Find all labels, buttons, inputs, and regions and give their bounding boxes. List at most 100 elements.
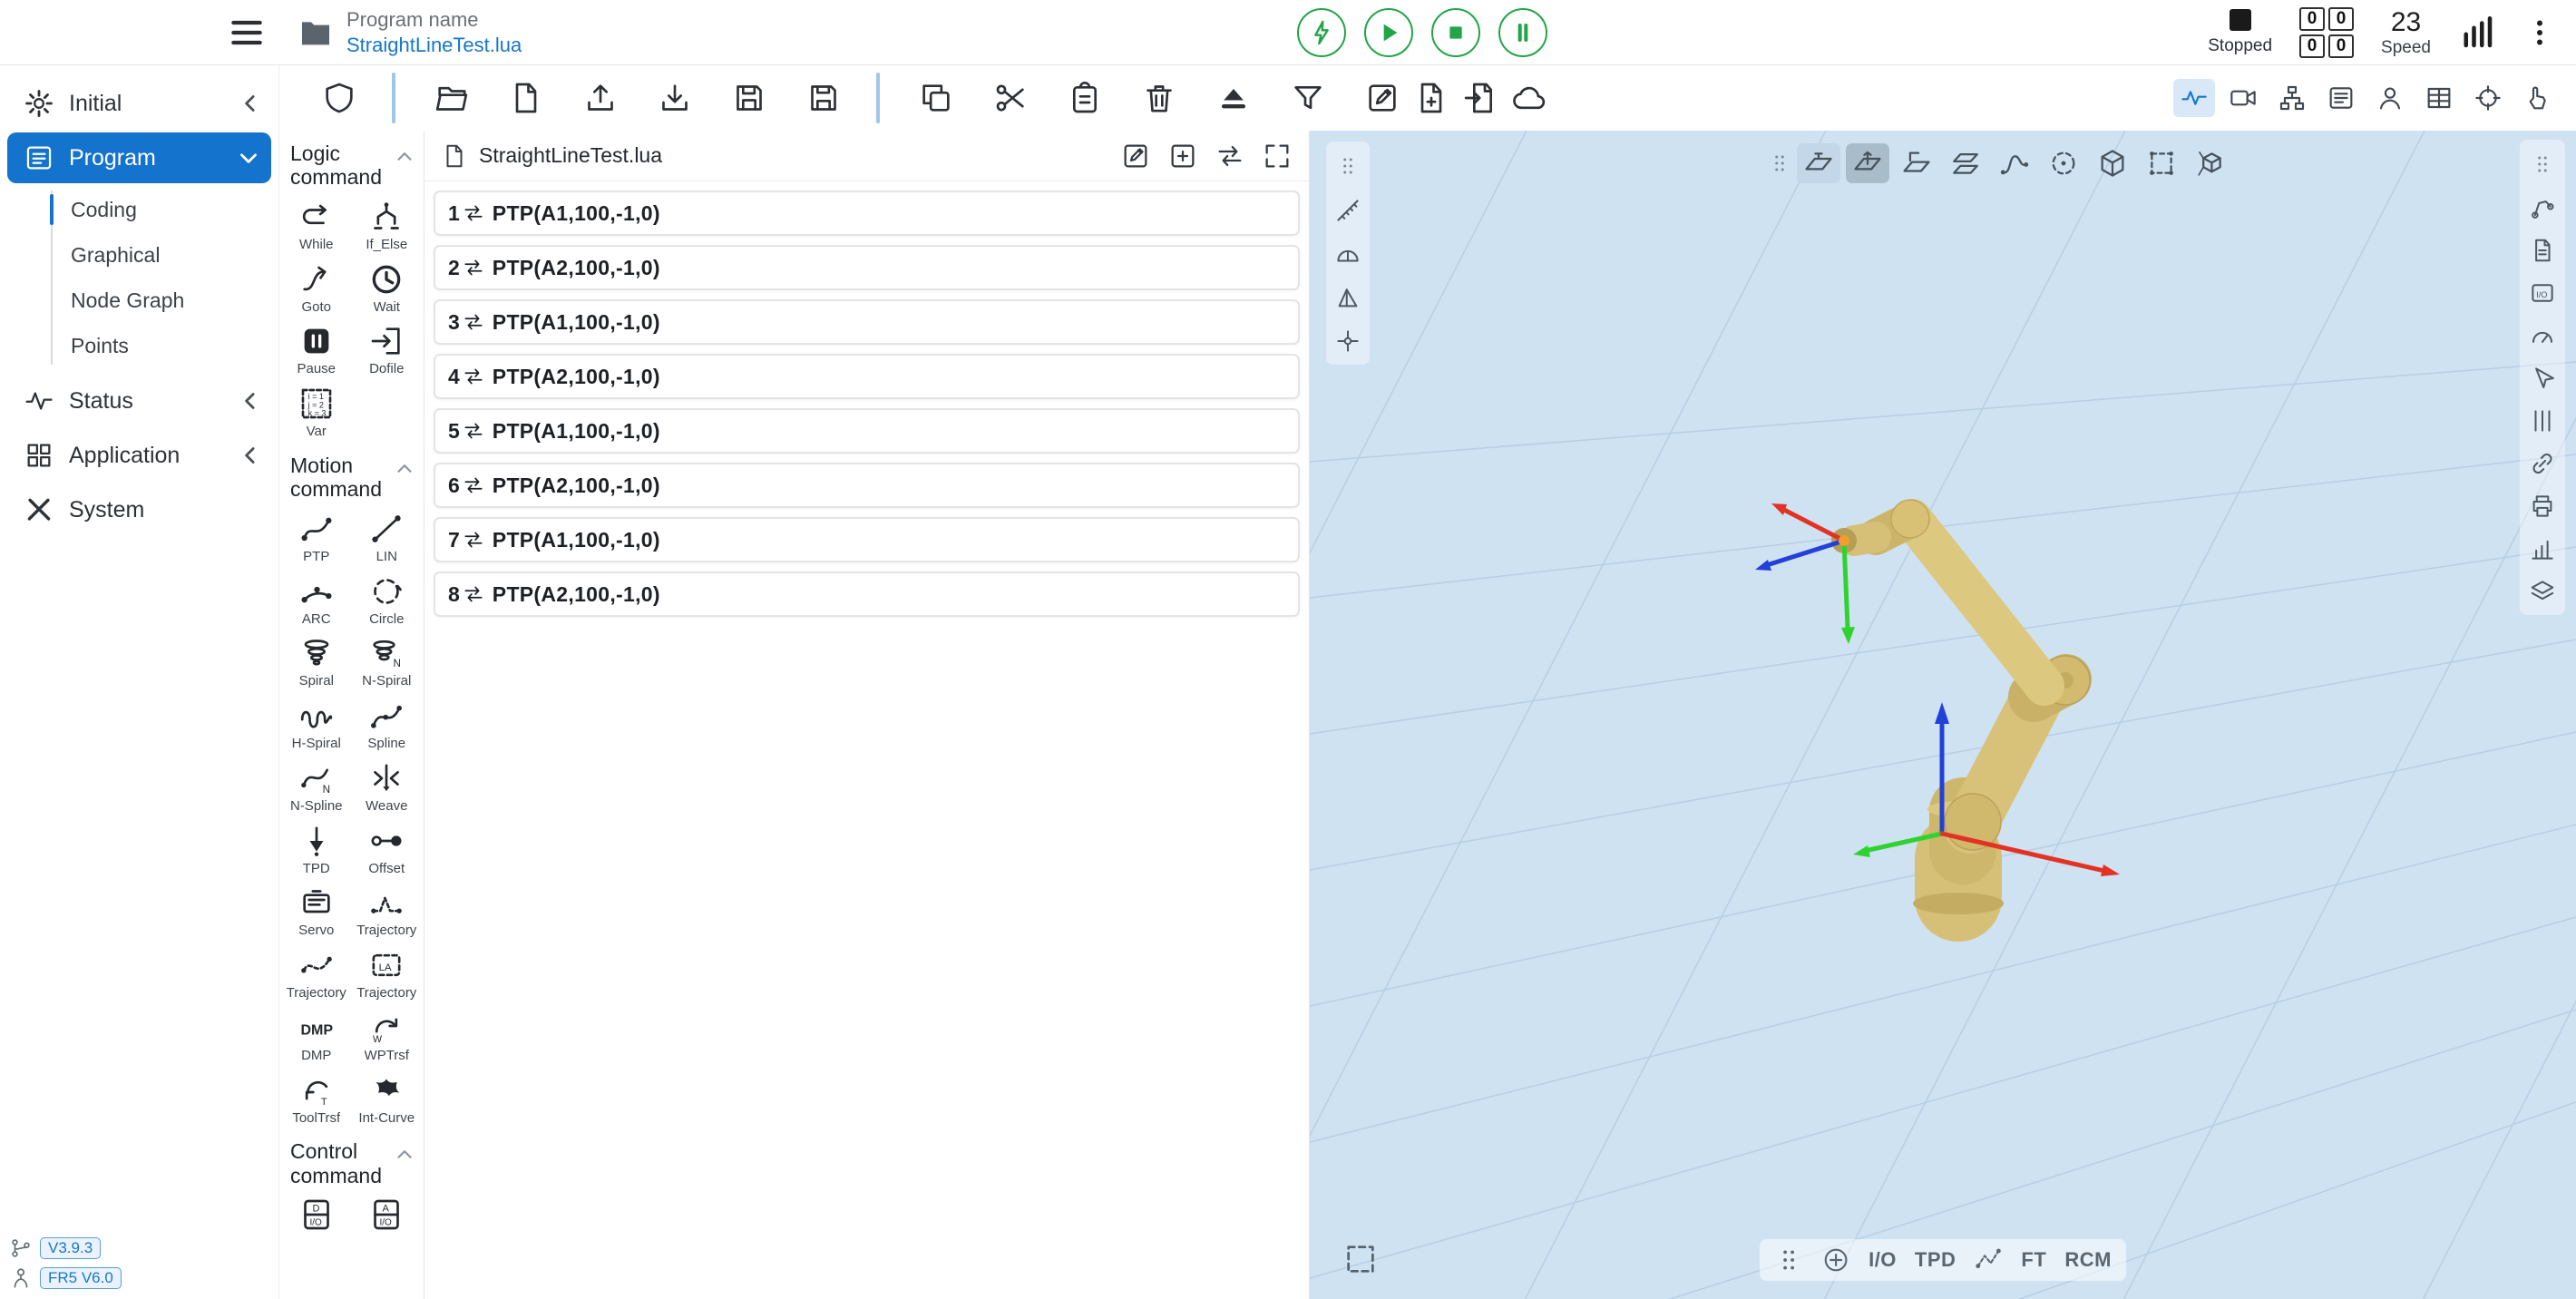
camera-view-button[interactable] xyxy=(2222,79,2264,117)
palette-item-wptrsf[interactable]: WWPTrsf xyxy=(352,1006,423,1067)
add-overlay-icon[interactable] xyxy=(1821,1245,1850,1275)
palette-item-servo[interactable]: Servo xyxy=(281,881,352,942)
program-line[interactable]: 6PTP(A2,100,-1,0) xyxy=(434,463,1300,508)
delete-button[interactable] xyxy=(1141,80,1177,116)
palette-item-ptp[interactable]: PTP xyxy=(281,507,352,568)
expand-editor-button[interactable] xyxy=(1262,141,1293,171)
network-hierarchy-button[interactable] xyxy=(2271,79,2313,117)
table-view-button[interactable] xyxy=(2418,79,2460,117)
import-file-button[interactable] xyxy=(1462,80,1498,116)
menu-button[interactable] xyxy=(227,13,267,53)
program-line[interactable]: 2PTP(A2,100,-1,0) xyxy=(434,245,1300,290)
line-drag-icon[interactable] xyxy=(462,582,485,606)
palette-item-trajectory[interactable]: Trajectory xyxy=(281,943,352,1004)
paste-button[interactable] xyxy=(1067,80,1103,116)
filter-button[interactable] xyxy=(1290,80,1326,116)
drag-handle-icon[interactable] xyxy=(1336,147,1360,185)
palette-item-pause[interactable]: Pause xyxy=(281,319,352,380)
add-file-button[interactable] xyxy=(1413,80,1449,116)
palette-item-spline[interactable]: Spline xyxy=(352,694,423,755)
program-line[interactable]: 5PTP(A1,100,-1,0) xyxy=(434,408,1300,454)
copy-button[interactable] xyxy=(918,80,954,116)
collapse-chevron-icon[interactable] xyxy=(393,1143,416,1167)
palette-item-int-curve[interactable]: Int-Curve xyxy=(352,1069,423,1129)
palette-section-header[interactable]: Control command xyxy=(279,1132,424,1189)
program-line[interactable]: 4PTP(A2,100,-1,0) xyxy=(434,354,1300,399)
palette-item-wait[interactable]: Wait xyxy=(352,258,423,318)
printer-panel-button[interactable] xyxy=(2523,488,2561,524)
safety-shield-button[interactable] xyxy=(321,80,357,116)
speed-indicator[interactable]: 23 Speed xyxy=(2381,7,2431,58)
cube-tool-button[interactable] xyxy=(2091,143,2134,183)
palette-item-trajectory[interactable]: LATrajectory xyxy=(352,943,423,1004)
palette-item-arc[interactable]: ARC xyxy=(281,570,352,630)
palette-section-header[interactable]: Logic command xyxy=(279,134,424,191)
new-file-button[interactable] xyxy=(508,80,544,116)
open-folder-button[interactable] xyxy=(434,80,470,116)
io-panel-button[interactable]: I/O xyxy=(2523,275,2561,311)
palette-item-dofile[interactable]: Dofile xyxy=(352,319,423,380)
angle-tool-button[interactable] xyxy=(1330,279,1366,316)
collapse-chevron-icon[interactable] xyxy=(393,145,416,169)
viewport-3d-scene[interactable] xyxy=(1310,131,2576,1299)
io-simulation-toggle[interactable] xyxy=(2173,79,2215,117)
palette-item-lin[interactable]: LIN xyxy=(352,507,423,568)
save-as-button[interactable] xyxy=(805,80,842,116)
program-file-name[interactable]: StraightLineTest.lua xyxy=(346,34,522,57)
palette-item-weave[interactable]: Weave xyxy=(352,757,423,817)
hud-io-toggle[interactable]: I/O xyxy=(1869,1248,1897,1272)
spline-tool-button[interactable] xyxy=(1993,143,2036,183)
sidebar-item-points[interactable]: Points xyxy=(0,323,278,368)
cloud-button[interactable] xyxy=(1511,80,1547,116)
swap-lines-button[interactable] xyxy=(1215,141,1245,171)
sidebar-item-system[interactable]: System xyxy=(0,483,278,537)
sidebar-item-application[interactable]: Application xyxy=(0,428,278,483)
measure-ruler-button[interactable] xyxy=(1330,192,1366,229)
ruler-panel-button[interactable] xyxy=(2523,403,2561,439)
drag-handle-icon[interactable] xyxy=(2531,145,2554,183)
download-button[interactable] xyxy=(657,80,693,116)
palette-item-spiral[interactable]: Spiral xyxy=(281,631,352,692)
sidebar-item-coding[interactable]: Coding xyxy=(0,187,278,232)
program-line[interactable]: 1PTP(A1,100,-1,0) xyxy=(434,190,1300,236)
add-line-button[interactable] xyxy=(1167,141,1198,171)
palette-item-dmp[interactable]: DMPDMP xyxy=(281,1006,352,1067)
link-panel-button[interactable] xyxy=(2523,445,2561,482)
more-menu-icon[interactable] xyxy=(2523,14,2556,52)
drag-teach-button[interactable] xyxy=(2516,79,2558,117)
chart-panel-button[interactable] xyxy=(2523,531,2561,567)
palette-item-circle[interactable]: Circle xyxy=(352,570,423,630)
cube-axes-button[interactable] xyxy=(2189,143,2232,183)
collapse-chevron-icon[interactable] xyxy=(393,457,416,481)
palette-item-trajectory[interactable]: Trajectory xyxy=(352,881,423,942)
protractor-button[interactable] xyxy=(1330,236,1366,272)
drag-handle-icon[interactable] xyxy=(1774,1245,1803,1275)
palette-item-goto[interactable]: Goto xyxy=(281,258,352,318)
palette-item-var[interactable]: i = 1j = 2k = 3Var xyxy=(281,382,352,443)
line-drag-icon[interactable] xyxy=(462,256,485,279)
play-button[interactable] xyxy=(1364,8,1413,57)
robot-pose-button[interactable] xyxy=(2523,190,2561,226)
cut-button[interactable] xyxy=(992,80,1029,116)
palette-item-tpd[interactable]: TPD xyxy=(281,819,352,880)
edit-file-button[interactable] xyxy=(1364,80,1400,116)
fit-view-button[interactable] xyxy=(1342,1241,1379,1277)
program-line[interactable]: 7PTP(A1,100,-1,0) xyxy=(434,517,1300,562)
sidebar-item-status[interactable]: Status xyxy=(0,374,278,428)
hud-ft-toggle[interactable]: FT xyxy=(2021,1248,2046,1272)
sidebar-item-initial[interactable]: Initial xyxy=(0,76,278,131)
palette-item-if-else[interactable]: If_Else xyxy=(352,195,423,256)
line-drag-icon[interactable] xyxy=(462,201,485,225)
hud-trajectory-icon[interactable] xyxy=(1974,1245,2003,1275)
line-drag-icon[interactable] xyxy=(462,365,485,388)
palette-section-header[interactable]: Motion command xyxy=(279,446,424,503)
line-drag-icon[interactable] xyxy=(462,474,485,497)
drag-handle-icon[interactable] xyxy=(1768,144,1791,182)
stats-chart-icon[interactable] xyxy=(2458,14,2496,52)
cursor-select-button[interactable] xyxy=(2523,360,2561,396)
circle-tool-button[interactable] xyxy=(2042,143,2085,183)
palette-item-while[interactable]: While xyxy=(281,195,352,256)
upload-button[interactable] xyxy=(582,80,619,116)
layers-panel-button[interactable] xyxy=(2523,573,2561,610)
line-drag-icon[interactable] xyxy=(462,419,485,443)
